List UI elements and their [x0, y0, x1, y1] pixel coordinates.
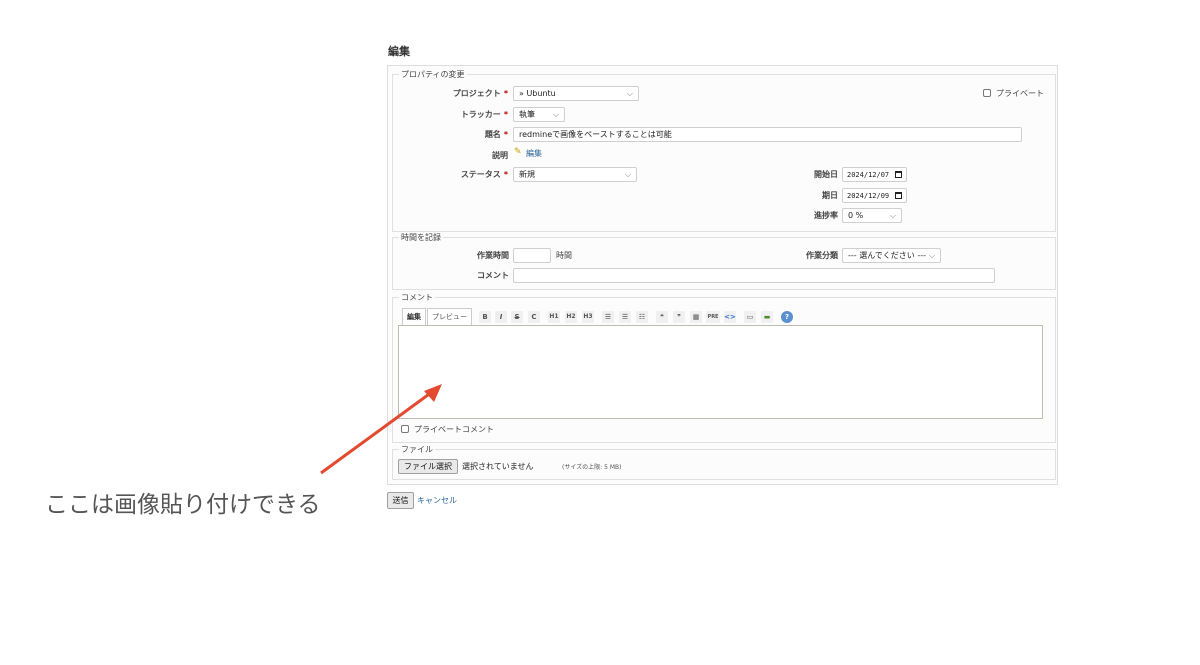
arrow-shaft [320, 390, 433, 475]
annotation-arrow-icon [320, 384, 442, 475]
arrow-head [424, 384, 442, 402]
